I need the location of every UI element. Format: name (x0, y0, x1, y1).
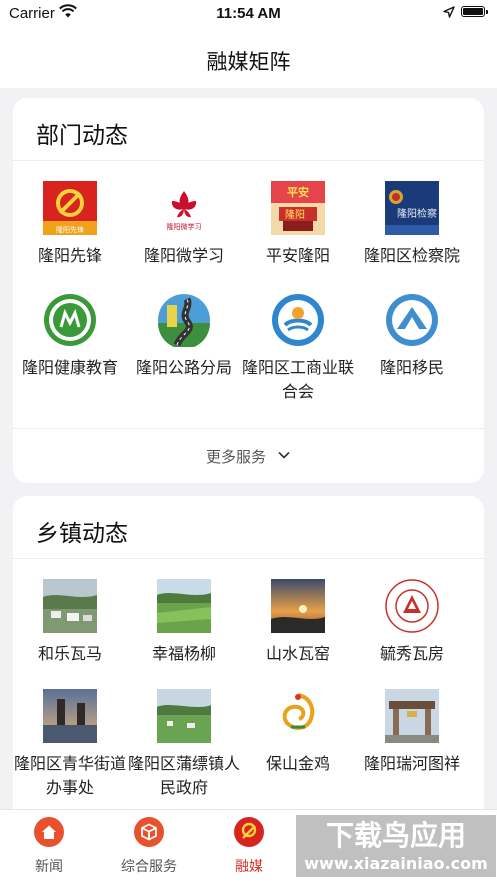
departments-title: 部门动态 (36, 122, 128, 148)
town-item-wayao[interactable]: 山水瓦窑 (242, 579, 354, 667)
town-item-wafang[interactable]: 毓秀瓦房 (356, 579, 468, 667)
dept-item-highway-bureau[interactable]: 隆阳公路分局 (128, 293, 240, 381)
golden-rooster-icon (271, 689, 325, 743)
town-label: 毓秀瓦房 (379, 646, 444, 663)
nav-bar: 融媒矩阵 (0, 26, 497, 88)
party-emblem-icon: 隆阳先锋 (43, 181, 97, 235)
town-item-wama[interactable]: 和乐瓦马 (14, 579, 126, 667)
dept-item-longyang-pioneer[interactable]: 隆阳先锋 隆阳先锋 (14, 181, 126, 269)
more-services-label: 更多服务 (206, 449, 267, 466)
dept-label: 隆阳公路分局 (135, 360, 232, 377)
village-photo-icon (43, 579, 97, 633)
bauhinia-logo-icon: 隆阳微学习 (157, 181, 211, 235)
departments-card: 部门动态 隆阳先锋 隆阳先锋 隆阳微学习 隆阳微学习 平安 隆阳 平安隆阳 隆阳… (13, 98, 484, 483)
gate-photo-icon (385, 689, 439, 743)
svg-text:隆阳检察: 隆阳检察 (397, 207, 437, 220)
dept-label: 隆阳区检察院 (363, 248, 460, 265)
party-emblem-icon (234, 817, 264, 847)
dept-label: 隆阳移民 (379, 360, 444, 377)
towns-header: 乡镇动态 (13, 496, 484, 559)
town-label: 隆阳区蒲缥镇人民政府 (128, 756, 241, 797)
town-label: 和乐瓦马 (37, 646, 102, 663)
federation-logo-icon (272, 294, 324, 346)
dept-label: 隆阳健康教育 (21, 360, 118, 377)
dept-label: 隆阳区工商业联合会 (242, 360, 355, 401)
status-bar: Carrier 11:54 AM (0, 0, 497, 26)
dept-item-health-education[interactable]: 隆阳健康教育 (14, 293, 126, 381)
procuratorate-emblem-icon: 隆阳检察 (385, 181, 439, 235)
more-services-button[interactable]: 更多服务 (13, 428, 484, 483)
town-item-jinji[interactable]: 保山金鸡 (242, 689, 354, 777)
party-badge-icon (385, 579, 439, 633)
town-item-yangliu[interactable]: 幸福杨柳 (128, 579, 240, 667)
tiananmen-badge-icon: 平安 隆阳 (271, 181, 325, 235)
tab-media-label: 融媒 (235, 858, 263, 874)
svg-text:隆阳微学习: 隆阳微学习 (167, 222, 202, 231)
towns-title: 乡镇动态 (36, 520, 128, 546)
valley-photo-icon (157, 689, 211, 743)
dept-item-safe-longyang[interactable]: 平安 隆阳 平安隆阳 (242, 181, 354, 269)
svg-text:隆阳: 隆阳 (285, 208, 305, 221)
location-arrow-icon (443, 6, 455, 18)
watermark-logo: 下载鸟应用 www.xiazainiao.com (296, 815, 496, 877)
svg-text:www.xiazainiao.com: www.xiazainiao.com (304, 854, 487, 873)
town-item-ruihe[interactable]: 隆阳瑞河图祥 (356, 689, 468, 777)
clock: 11:54 AM (216, 5, 281, 22)
page-title: 融媒矩阵 (206, 51, 291, 74)
town-label: 幸福杨柳 (151, 646, 216, 663)
road-logo-icon (158, 294, 210, 347)
town-label: 保山金鸡 (265, 756, 330, 773)
sunset-photo-icon (271, 579, 325, 633)
dept-item-micro-learning[interactable]: 隆阳微学习 隆阳微学习 (128, 181, 240, 269)
tab-news[interactable]: 新闻 (4, 816, 94, 876)
home-icon (34, 817, 64, 847)
battery-icon (461, 6, 488, 17)
chevron-down-icon (278, 451, 290, 459)
dept-item-procuratorate[interactable]: 隆阳检察 隆阳区检察院 (356, 181, 468, 269)
town-label: 隆阳瑞河图祥 (363, 756, 460, 773)
dept-label: 平安隆阳 (265, 248, 330, 265)
tab-media[interactable]: 融媒 (204, 816, 294, 876)
tab-services[interactable]: 综合服务 (104, 816, 194, 876)
town-item-pupiao[interactable]: 隆阳区蒲缥镇人民政府 (128, 689, 240, 801)
dept-label: 隆阳先锋 (37, 248, 102, 265)
health-wreath-icon (44, 294, 96, 346)
svg-text:平安: 平安 (287, 185, 309, 199)
tab-news-label: 新闻 (35, 858, 63, 874)
migration-logo-icon (386, 294, 438, 346)
dept-label: 隆阳微学习 (143, 248, 224, 265)
towns-card: 乡镇动态 和乐瓦马 幸福杨柳 山水瓦窑 毓秀瓦房 隆阳区青华街道办事处 隆阳区蒲… (13, 496, 484, 826)
svg-text:下载鸟应用: 下载鸟应用 (326, 819, 466, 852)
svg-text:隆阳先锋: 隆阳先锋 (56, 225, 84, 234)
pagoda-photo-icon (43, 689, 97, 743)
town-label: 山水瓦窑 (265, 646, 330, 663)
tab-services-label: 综合服务 (121, 858, 177, 874)
field-photo-icon (157, 579, 211, 633)
box-icon (134, 817, 164, 847)
town-item-qinghua[interactable]: 隆阳区青华街道办事处 (14, 689, 126, 801)
dept-item-commerce-federation[interactable]: 隆阳区工商业联合会 (242, 293, 354, 405)
departments-header: 部门动态 (13, 98, 484, 161)
dept-item-migration[interactable]: 隆阳移民 (356, 293, 468, 381)
town-label: 隆阳区青华街道办事处 (14, 756, 127, 797)
